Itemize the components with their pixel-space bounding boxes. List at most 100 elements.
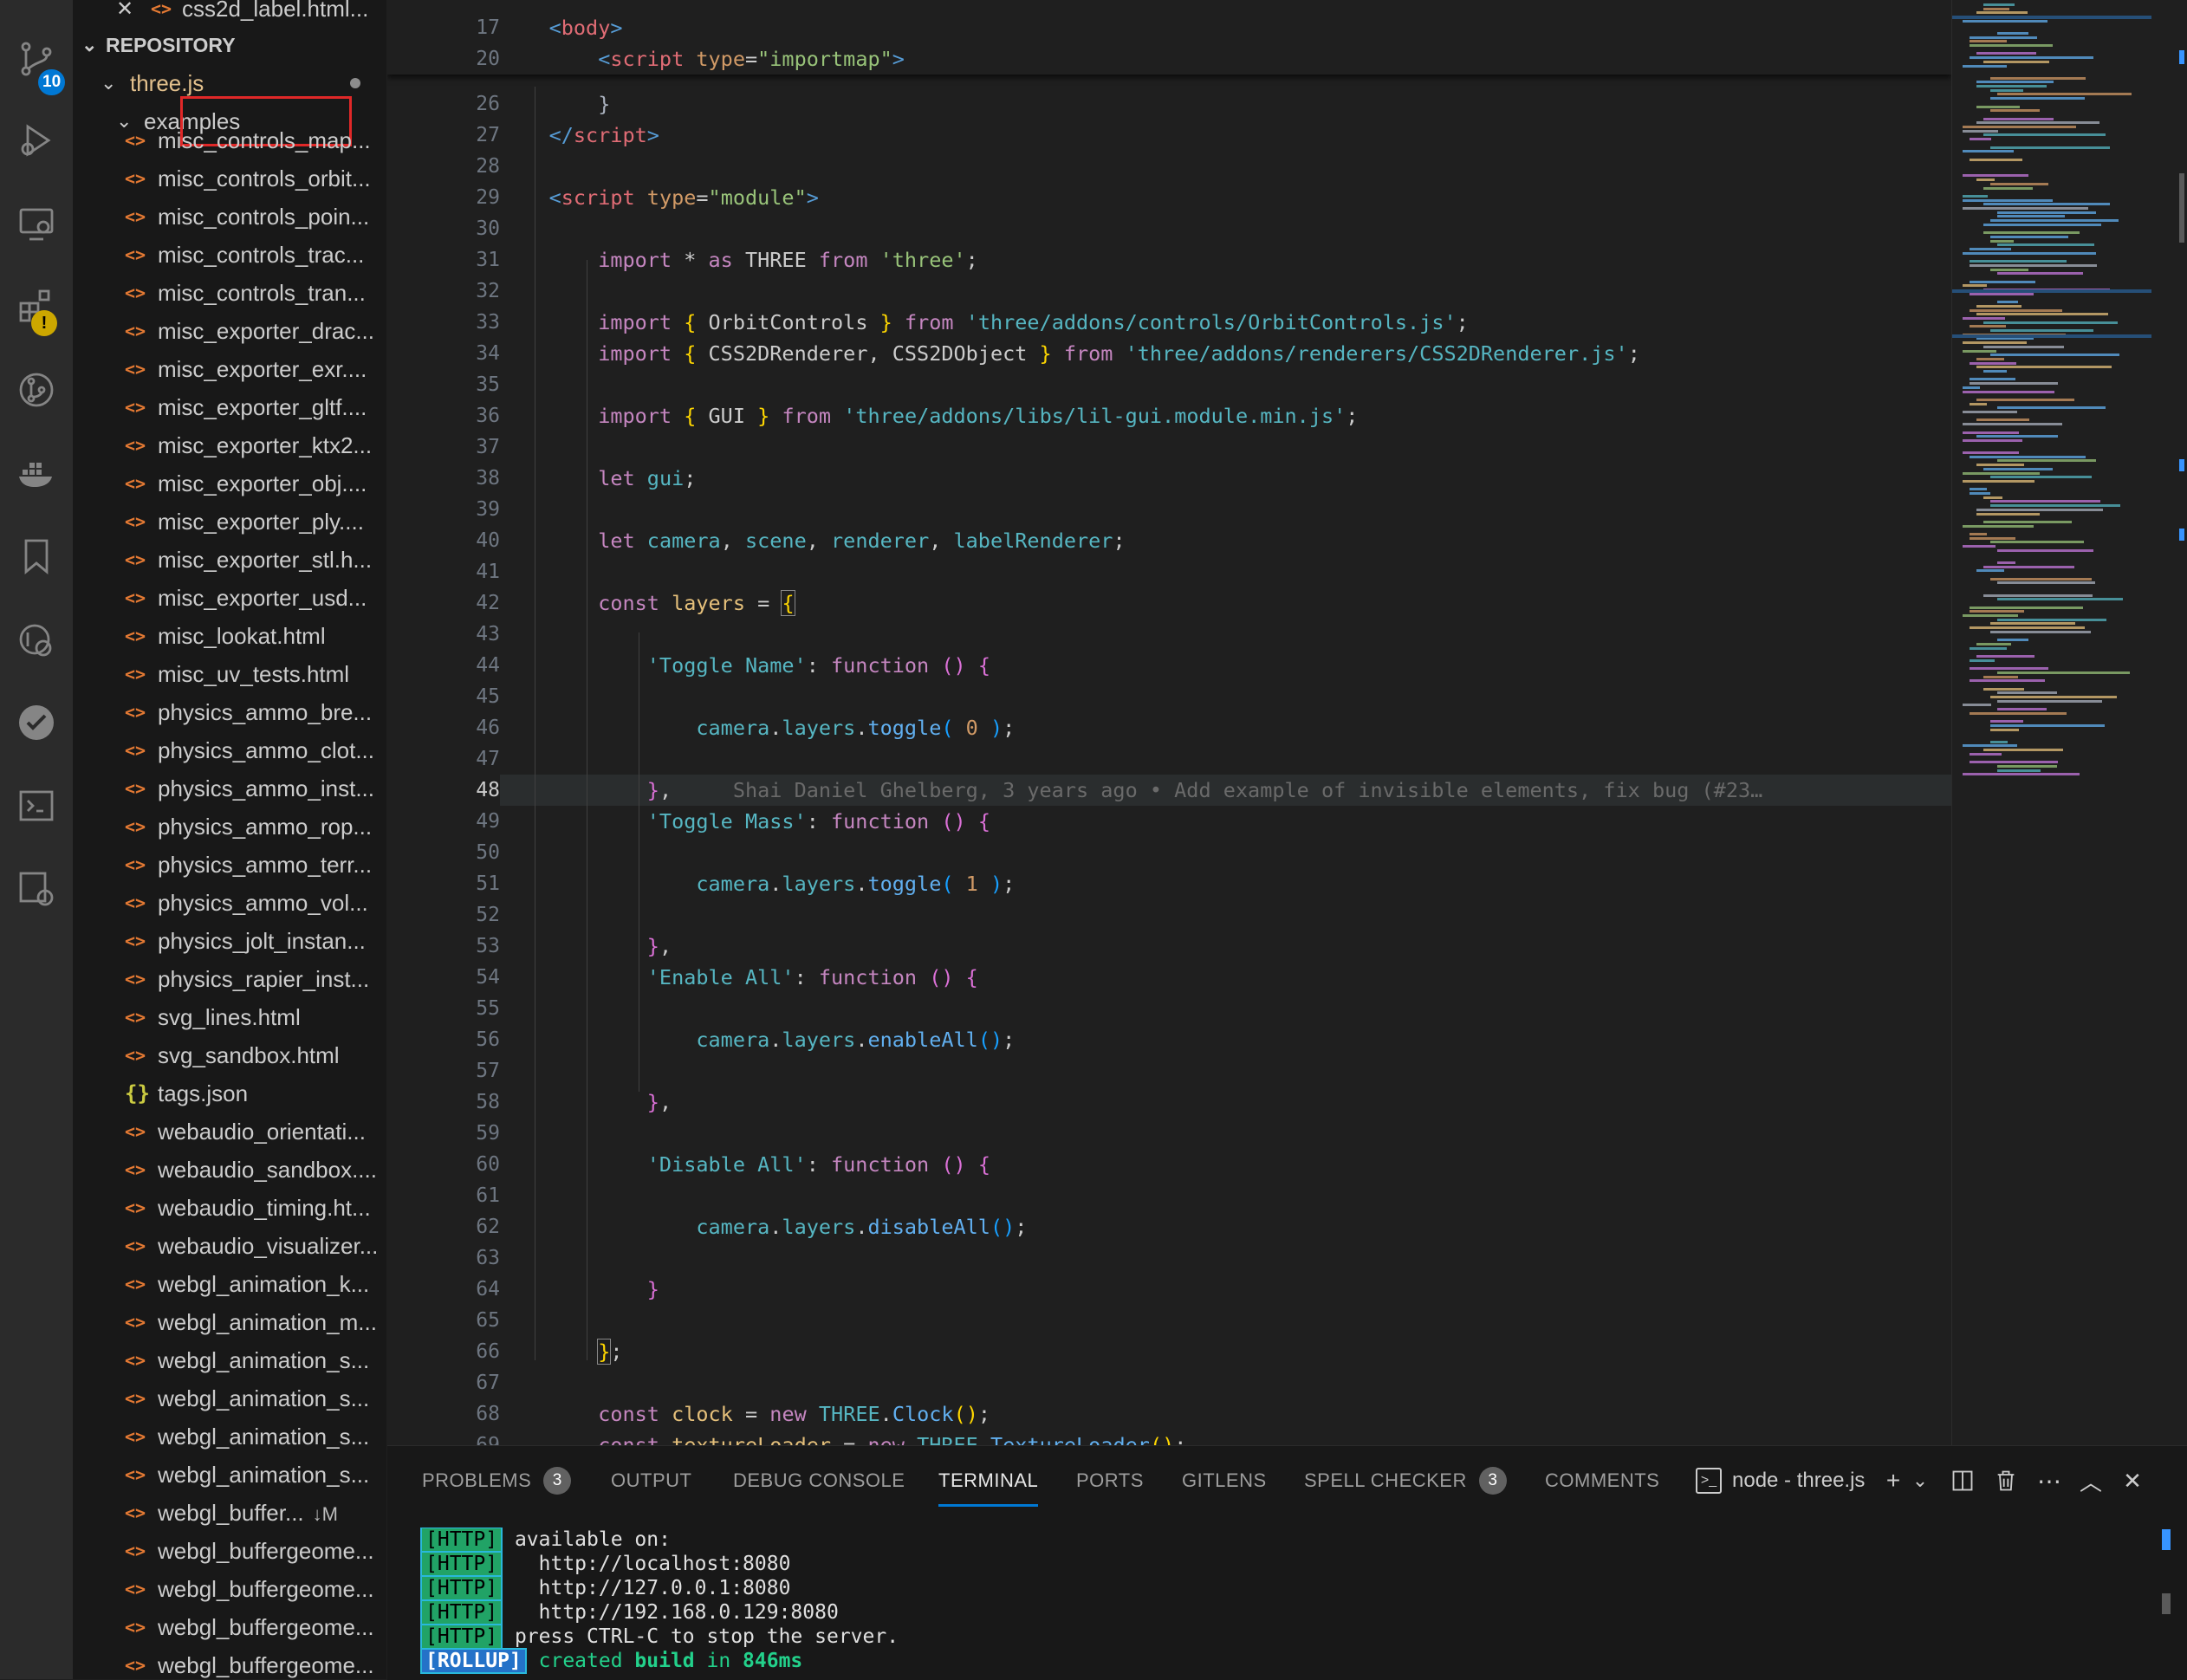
file-item[interactable]: <> webgl_buffer... ↓M xyxy=(73,1494,386,1532)
open-editor-item[interactable]: ✕ <> css2d_label.html... xyxy=(73,0,386,28)
file-item[interactable]: <> webgl_buffergeome... xyxy=(73,1532,386,1570)
remote-explorer-icon[interactable] xyxy=(0,189,72,258)
testing-check-icon[interactable] xyxy=(0,688,72,757)
file-item[interactable]: <> webgl_animation_s... xyxy=(73,1379,386,1417)
file-item[interactable]: <> physics_ammo_rop... xyxy=(73,808,386,846)
file-item[interactable]: <> webgl_animation_s... xyxy=(73,1417,386,1456)
code-line[interactable]: let gui; xyxy=(500,463,696,494)
file-item[interactable]: <> svg_lines.html xyxy=(73,998,386,1036)
file-item[interactable]: <> misc_exporter_stl.h... xyxy=(73,541,386,579)
source-control-icon[interactable]: 10 xyxy=(0,24,72,95)
terminal-output[interactable]: [HTTP] available on: [HTTP] http://localh… xyxy=(387,1528,2155,1680)
code-line[interactable]: 'Enable All': function () { xyxy=(500,962,978,993)
file-item[interactable]: <> misc_controls_tran... xyxy=(73,274,386,312)
file-item[interactable]: <> misc_controls_trac... xyxy=(73,236,386,274)
file-item[interactable]: <> misc_exporter_ply.... xyxy=(73,503,386,541)
file-item[interactable]: <> misc_controls_poin... xyxy=(73,198,386,236)
file-item[interactable]: <> webaudio_orientati... xyxy=(73,1112,386,1151)
code-editor[interactable]: 26 27 28 29 30 31 32 33 34 35 36 37 38 39 40 41 42 43 44 45… xyxy=(387,0,1951,1445)
file-item[interactable]: <> webaudio_visualizer... xyxy=(73,1227,386,1265)
code-line[interactable]: <script type="module"> xyxy=(500,182,819,213)
file-item[interactable]: <> webgl_animation_m... xyxy=(73,1303,386,1341)
panel-tab-gitlens[interactable]: GITLENS xyxy=(1182,1446,1267,1515)
code-line[interactable]: let camera, scene, renderer, labelRender… xyxy=(500,525,1125,556)
file-item[interactable]: <> misc_exporter_gltf.... xyxy=(73,388,386,426)
git-graph-icon[interactable] xyxy=(0,355,72,425)
terminal-selector[interactable]: >_ node - three.js xyxy=(1696,1465,1886,1496)
panel-tab-debug-console[interactable]: DEBUG CONSOLE xyxy=(733,1446,905,1515)
panel-tab-ports[interactable]: PORTS xyxy=(1076,1446,1144,1515)
sticky-scroll-header[interactable]: 17 <body> 20 <script type="importmap"> xyxy=(387,0,1951,75)
file-item[interactable]: <> misc_exporter_usd... xyxy=(73,579,386,617)
settings-sync-icon[interactable] xyxy=(0,854,72,924)
code-line[interactable]: camera.layers.toggle( 1 ); xyxy=(500,868,1015,899)
split-terminal-icon[interactable] xyxy=(1947,1465,1978,1496)
file-item[interactable]: <> physics_rapier_inst... xyxy=(73,960,386,998)
file-item[interactable]: <> misc_exporter_obj.... xyxy=(73,464,386,503)
terminal-icon[interactable] xyxy=(0,771,72,840)
file-item[interactable]: <> misc_lookat.html xyxy=(73,617,386,655)
chevron-down-icon[interactable]: ⌄ xyxy=(1907,1465,1933,1496)
timeline-icon[interactable] xyxy=(0,605,72,674)
file-item[interactable]: <> physics_ammo_terr... xyxy=(73,846,386,884)
trash-icon[interactable] xyxy=(1990,1465,2022,1496)
file-item[interactable]: <> webaudio_sandbox.... xyxy=(73,1151,386,1189)
code-line[interactable]: camera.layers.disableAll(); xyxy=(500,1211,1027,1242)
code-line[interactable]: }; xyxy=(500,1336,623,1367)
code-area[interactable]: } </script> <script type="module"> impor… xyxy=(500,0,1951,1445)
file-item[interactable]: <> webgl_buffergeome... xyxy=(73,1608,386,1646)
code-line[interactable]: 'Disable All': function () { xyxy=(500,1149,990,1180)
overview-ruler[interactable] xyxy=(2177,0,2187,1445)
code-line[interactable]: } xyxy=(500,88,610,120)
file-item[interactable]: <> physics_ammo_inst... xyxy=(73,769,386,808)
code-line[interactable]: import * as THREE from 'three'; xyxy=(500,244,978,276)
file-item[interactable]: <> svg_sandbox.html xyxy=(73,1036,386,1074)
file-item[interactable]: <> webgl_buffergeome... xyxy=(73,1646,386,1679)
maximize-panel-icon[interactable]: ︿ xyxy=(2075,1465,2106,1496)
file-item[interactable]: <> webaudio_timing.ht... xyxy=(73,1189,386,1227)
panel-tab-output[interactable]: OUTPUT xyxy=(611,1446,691,1515)
file-item[interactable]: <> webgl_animation_s... xyxy=(73,1456,386,1494)
repository-section-header[interactable]: ⌄ REPOSITORY xyxy=(73,26,386,64)
bookmark-icon[interactable] xyxy=(0,522,72,591)
code-line[interactable]: camera.layers.enableAll(); xyxy=(500,1024,1015,1055)
file-item[interactable]: <> webgl_animation_s... xyxy=(73,1341,386,1379)
file-item[interactable]: <> webgl_buffergeome... xyxy=(73,1570,386,1608)
code-line[interactable]: const clock = new THREE.Clock(); xyxy=(500,1398,990,1430)
code-line[interactable]: const layers = { xyxy=(500,587,795,619)
code-line[interactable]: 'Toggle Name': function () { xyxy=(500,650,990,681)
file-item[interactable]: <> physics_jolt_instan... xyxy=(73,922,386,960)
panel-tab-problems[interactable]: PROBLEMS 3 xyxy=(422,1446,572,1515)
code-line[interactable]: import { OrbitControls } from 'three/add… xyxy=(500,307,1469,338)
code-line[interactable]: import { GUI } from 'three/addons/libs/l… xyxy=(500,400,1358,431)
code-line[interactable]: } xyxy=(500,1274,659,1305)
code-line[interactable]: const textureLoader = new THREE.TextureL… xyxy=(500,1430,1186,1445)
code-line[interactable]: import { CSS2DRenderer, CSS2DObject } fr… xyxy=(500,338,1640,369)
file-item[interactable]: <> webgl_animation_k... xyxy=(73,1265,386,1303)
code-line[interactable]: }, Shai Daniel Ghelberg, 3 years ago • A… xyxy=(500,775,1763,806)
sticky-code-line[interactable]: <script type="importmap"> xyxy=(500,43,905,75)
file-item[interactable]: <> misc_exporter_exr.... xyxy=(73,350,386,388)
panel-tab-spell-checker[interactable]: SPELL CHECKER 3 xyxy=(1304,1446,1507,1515)
run-debug-icon[interactable] xyxy=(0,106,72,175)
minimap[interactable] xyxy=(1951,0,2177,1445)
file-item[interactable]: <> physics_ammo_vol... xyxy=(73,884,386,922)
code-line[interactable]: camera.layers.toggle( 0 ); xyxy=(500,712,1015,743)
close-icon[interactable]: ✕ xyxy=(116,0,133,22)
docker-icon[interactable] xyxy=(0,438,72,508)
file-item[interactable]: {} tags.json xyxy=(73,1074,386,1112)
sticky-code-line[interactable]: <body> xyxy=(500,12,623,43)
file-item[interactable]: <> misc_controls_map... xyxy=(73,121,386,159)
more-actions-icon[interactable]: ⋯ xyxy=(2034,1465,2065,1496)
extensions-icon[interactable]: ! xyxy=(0,272,72,341)
file-item[interactable]: <> physics_ammo_clot... xyxy=(73,731,386,769)
new-terminal-icon[interactable]: + xyxy=(1878,1465,1909,1496)
file-item[interactable]: <> misc_controls_orbit... xyxy=(73,159,386,198)
code-line[interactable]: 'Toggle Mass': function () { xyxy=(500,806,990,837)
file-item[interactable]: <> misc_exporter_drac... xyxy=(73,312,386,350)
file-item[interactable]: <> misc_exporter_ktx2... xyxy=(73,426,386,464)
close-panel-icon[interactable]: ✕ xyxy=(2117,1465,2148,1496)
file-item[interactable]: <> misc_uv_tests.html xyxy=(73,655,386,693)
panel-tab-terminal[interactable]: TERMINAL xyxy=(938,1446,1039,1515)
panel-tab-comments[interactable]: COMMENTS xyxy=(1545,1446,1659,1515)
